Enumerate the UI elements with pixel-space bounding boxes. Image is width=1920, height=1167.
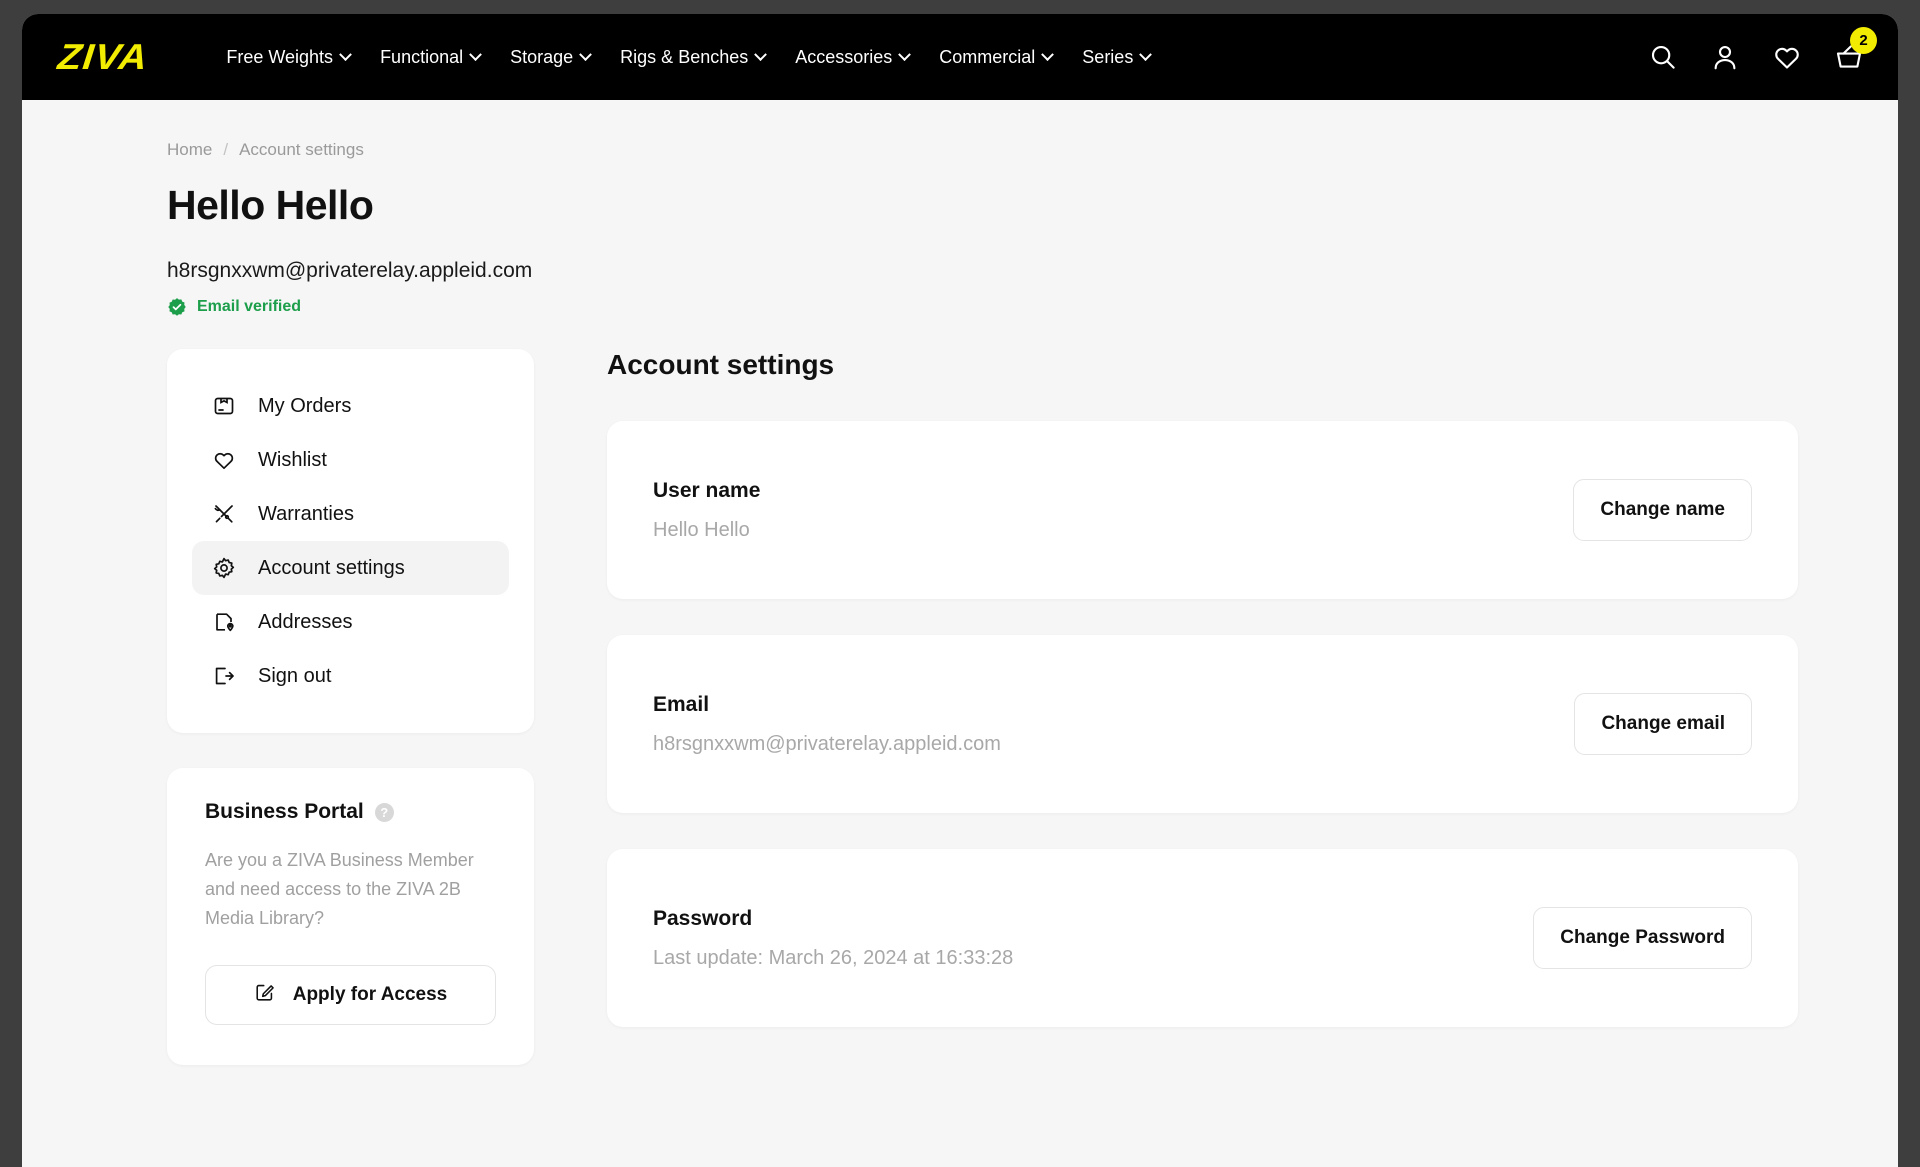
heart-icon <box>212 448 236 472</box>
page-title: Hello Hello <box>167 182 1898 229</box>
sidebar-item-label: Addresses <box>258 611 353 634</box>
sidebar-item-addresses[interactable]: Addresses <box>192 595 509 649</box>
setting-info: User name Hello Hello <box>653 479 1573 542</box>
setting-card-email: Email h8rsgnxxwm@privaterelay.appleid.co… <box>607 635 1798 813</box>
sidebar-item-label: Wishlist <box>258 449 327 472</box>
nav-label: Free Weights <box>226 47 333 68</box>
email-verified-label: Email verified <box>197 298 301 316</box>
business-portal-title: Business Portal <box>205 800 364 824</box>
search-icon[interactable] <box>1648 42 1678 72</box>
sidebar-item-wishlist[interactable]: Wishlist <box>192 433 509 487</box>
setting-value: Hello Hello <box>653 519 1573 542</box>
setting-card-user-name: User name Hello Hello Change name <box>607 421 1798 599</box>
setting-value: Last update: March 26, 2024 at 16:33:28 <box>653 947 1533 970</box>
setting-label: Email <box>653 693 1574 717</box>
help-question-icon[interactable]: ? <box>375 803 394 822</box>
cart-count-badge: 2 <box>1850 27 1877 54</box>
address-book-pin-icon <box>212 610 236 634</box>
setting-label: Password <box>653 907 1533 931</box>
apply-for-access-button[interactable]: Apply for Access <box>205 965 496 1025</box>
nav-item-rigs-benches[interactable]: Rigs & Benches <box>620 47 765 68</box>
breadcrumb: Home / Account settings <box>167 140 1898 160</box>
setting-label: User name <box>653 479 1573 503</box>
breadcrumb-separator: / <box>223 140 228 160</box>
nav-item-accessories[interactable]: Accessories <box>795 47 909 68</box>
sidebar-item-warranties[interactable]: Warranties <box>192 487 509 541</box>
right-column: Account settings User name Hello Hello C… <box>534 349 1898 1065</box>
change-password-button[interactable]: Change Password <box>1533 907 1752 969</box>
nav-item-series[interactable]: Series <box>1082 47 1150 68</box>
section-title: Account settings <box>607 349 1798 381</box>
edit-pencil-icon <box>254 981 276 1009</box>
browser-viewport: ZIVA Free Weights Functional Storage Rig… <box>22 14 1898 1167</box>
setting-card-password: Password Last update: March 26, 2024 at … <box>607 849 1798 1027</box>
wishlist-heart-icon[interactable] <box>1772 42 1802 72</box>
setting-info: Password Last update: March 26, 2024 at … <box>653 907 1533 970</box>
tools-icon <box>212 502 236 526</box>
chevron-down-icon <box>898 48 911 61</box>
sidebar-item-account-settings[interactable]: Account settings <box>192 541 509 595</box>
content-columns: My Orders Wishlist <box>22 349 1898 1065</box>
cart-basket-icon[interactable]: 2 <box>1834 42 1864 72</box>
sidebar-item-label: Sign out <box>258 665 331 688</box>
nav-utility-icons: 2 <box>1648 42 1864 72</box>
nav-item-storage[interactable]: Storage <box>510 47 590 68</box>
setting-info: Email h8rsgnxxwm@privaterelay.appleid.co… <box>653 693 1574 756</box>
chevron-down-icon <box>1041 48 1054 61</box>
page-body: Home / Account settings Hello Hello h8rs… <box>22 100 1898 1065</box>
nav-item-free-weights[interactable]: Free Weights <box>226 47 350 68</box>
breadcrumb-home[interactable]: Home <box>167 140 212 160</box>
sidebar-item-sign-out[interactable]: Sign out <box>192 649 509 703</box>
breadcrumb-current: Account settings <box>239 140 364 160</box>
header-email: h8rsgnxxwm@privaterelay.appleid.com <box>167 259 1898 283</box>
chevron-down-icon <box>469 48 482 61</box>
nav-item-commercial[interactable]: Commercial <box>939 47 1052 68</box>
apply-for-access-label: Apply for Access <box>293 984 448 1006</box>
sidebar-item-my-orders[interactable]: My Orders <box>192 379 509 433</box>
business-portal-header: Business Portal ? <box>205 800 496 824</box>
nav-label: Series <box>1082 47 1133 68</box>
account-icon[interactable] <box>1710 42 1740 72</box>
sidebar-item-label: Account settings <box>258 557 405 580</box>
package-icon <box>212 394 236 418</box>
change-email-button[interactable]: Change email <box>1574 693 1752 755</box>
chevron-down-icon <box>1139 48 1152 61</box>
change-name-button[interactable]: Change name <box>1573 479 1752 541</box>
account-menu-card: My Orders Wishlist <box>167 349 534 733</box>
business-portal-description: Are you a ZIVA Business Member and need … <box>205 846 490 932</box>
nav-label: Storage <box>510 47 573 68</box>
verified-check-icon <box>167 297 187 317</box>
chevron-down-icon <box>339 48 352 61</box>
sign-out-icon <box>212 664 236 688</box>
nav-label: Rigs & Benches <box>620 47 748 68</box>
chevron-down-icon <box>579 48 592 61</box>
setting-value: h8rsgnxxwm@privaterelay.appleid.com <box>653 733 1574 756</box>
sidebar-item-label: My Orders <box>258 395 351 418</box>
primary-nav-links: Free Weights Functional Storage Rigs & B… <box>226 47 1150 68</box>
nav-item-functional[interactable]: Functional <box>380 47 480 68</box>
nav-label: Accessories <box>795 47 892 68</box>
top-navigation-bar: ZIVA Free Weights Functional Storage Rig… <box>22 14 1898 100</box>
gear-icon <box>212 556 236 580</box>
chevron-down-icon <box>754 48 767 61</box>
sidebar-item-label: Warranties <box>258 503 354 526</box>
left-column: My Orders Wishlist <box>22 349 534 1065</box>
nav-label: Commercial <box>939 47 1035 68</box>
business-portal-card: Business Portal ? Are you a ZIVA Busines… <box>167 768 534 1065</box>
nav-label: Functional <box>380 47 463 68</box>
ziva-logo[interactable]: ZIVA <box>56 36 150 78</box>
email-verified-badge: Email verified <box>167 297 1898 317</box>
